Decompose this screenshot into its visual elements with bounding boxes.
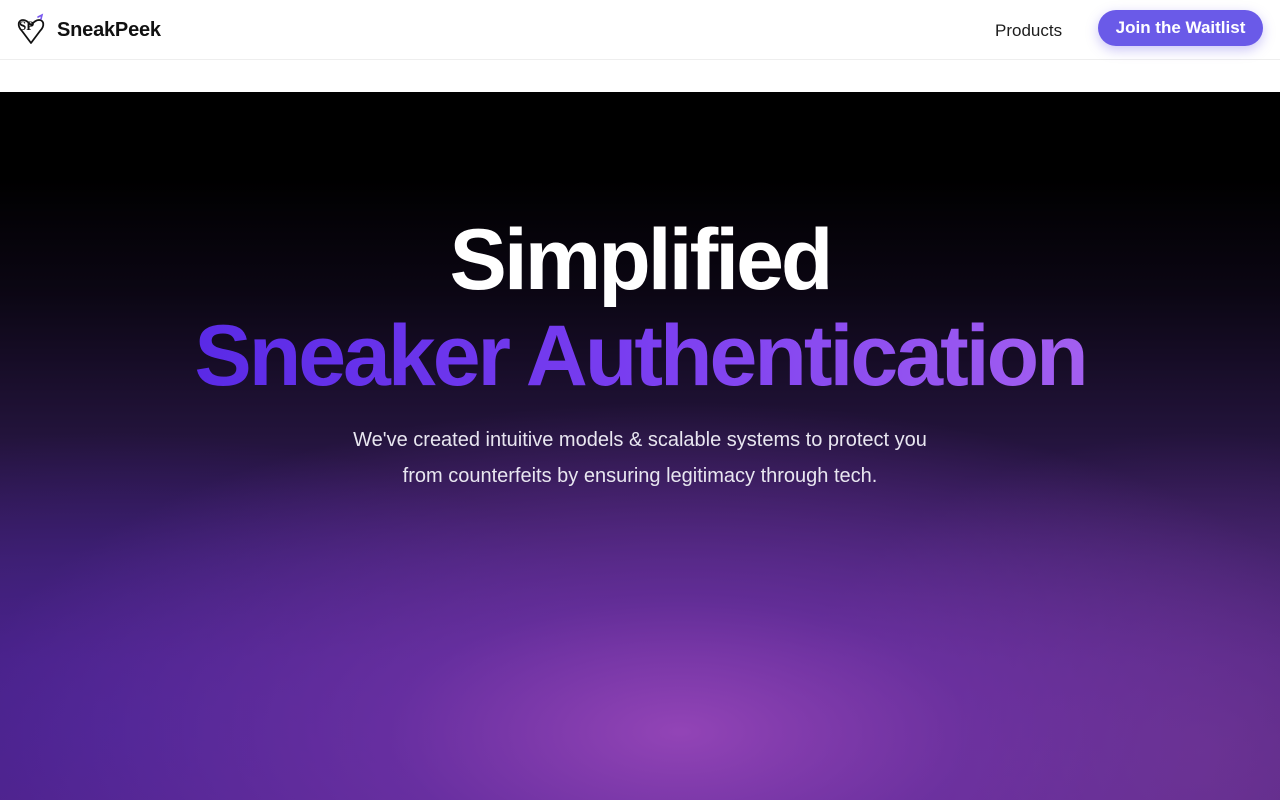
- hero-headline-gradient-text: Sneaker Authentication: [194, 308, 1088, 404]
- brand-logo-link[interactable]: SP SneakPeek: [16, 13, 161, 47]
- top-navbar: SP SneakPeek Products Join the Waitlist: [0, 0, 1280, 60]
- hero-headline-line1: Simplified: [449, 212, 834, 308]
- hero-section: Simplified Sneaker Authentication We've …: [0, 92, 1280, 800]
- hero-subtitle-line1: We've created intuitive models & scalabl…: [353, 429, 927, 451]
- hero-subtitle-line2: from counterfeits by ensuring legitimacy…: [402, 465, 878, 487]
- brand-name: SneakPeek: [57, 19, 161, 41]
- nav-link-products[interactable]: Products: [995, 20, 1062, 42]
- svg-text:SP: SP: [19, 18, 34, 33]
- join-waitlist-button[interactable]: Join the Waitlist: [1098, 10, 1263, 46]
- hero-headline-line2: Sneaker Authentication: [0, 306, 1280, 406]
- hero-subtitle: We've created intuitive models & scalabl…: [0, 422, 1280, 494]
- sp-heart-logo-icon: SP: [17, 13, 45, 44]
